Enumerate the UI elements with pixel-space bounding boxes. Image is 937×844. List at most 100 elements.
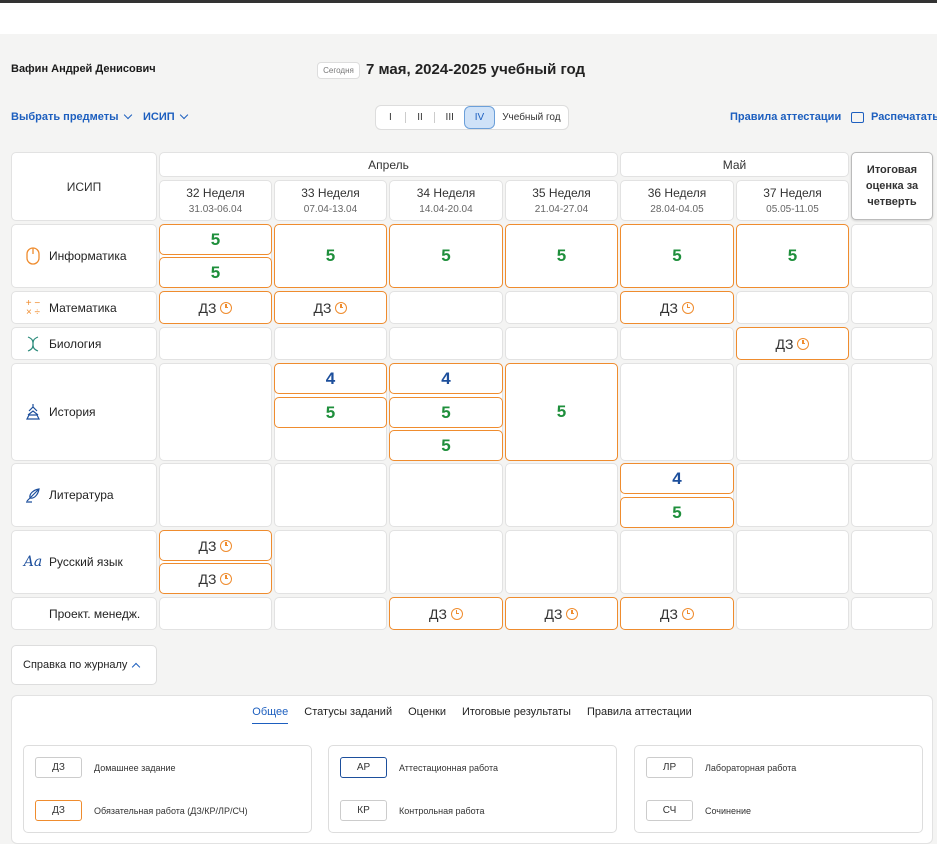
- grade-cell: [159, 363, 272, 461]
- subject-matematika: + − × ÷ Математика: [11, 291, 157, 324]
- clock-icon: [566, 607, 579, 620]
- printer-icon: [851, 111, 864, 123]
- grade-mark[interactable]: 5: [159, 257, 272, 288]
- subject-istoriya: История: [11, 363, 157, 461]
- homework-label: ДЗ: [198, 537, 217, 554]
- homework-label: ДЗ: [198, 570, 217, 587]
- grade-cell: [736, 597, 849, 630]
- subject-label: Биология: [49, 336, 102, 351]
- month-april: Апрель: [159, 152, 618, 177]
- math-symbols-icon: + − × ÷: [25, 297, 41, 318]
- subject-informatika: Информатика: [11, 224, 157, 288]
- chevron-down-icon: [179, 110, 188, 120]
- mouse-icon: [23, 246, 43, 266]
- homework-label: ДЗ: [313, 299, 332, 316]
- week-range: 31.03-06.04: [188, 204, 243, 215]
- homework-item[interactable]: ДЗ: [389, 597, 503, 630]
- grade-cell: [389, 463, 503, 527]
- homework-item[interactable]: ДЗ: [736, 327, 849, 360]
- attestation-rules-link[interactable]: Правила аттестации: [730, 111, 841, 123]
- grade-mark[interactable]: 4: [389, 363, 503, 394]
- date-title: 7 мая, 2024-2025 учебный год: [366, 61, 585, 78]
- dna-icon: [23, 334, 43, 354]
- period-iv[interactable]: IV: [464, 106, 495, 129]
- week-name: 32 Неделя: [186, 186, 245, 200]
- period-ii[interactable]: II: [406, 106, 435, 129]
- legend-item: ДЗ Обязательная работа (ДЗ/КР/ЛР/СЧ): [35, 800, 248, 821]
- period-year[interactable]: Учебный год: [495, 106, 568, 129]
- subject-label: История: [49, 405, 96, 419]
- grade-mark[interactable]: 5: [620, 224, 734, 288]
- homework-item[interactable]: ДЗ: [620, 291, 734, 324]
- tab-attestation-rules[interactable]: Правила аттестации: [587, 706, 692, 724]
- grade-cell: [736, 530, 849, 594]
- week-name: 34 Неделя: [416, 186, 476, 200]
- tab-final-results[interactable]: Итоговые результаты: [462, 706, 571, 724]
- legend-item: СЧ Сочинение: [646, 800, 751, 821]
- homework-label: ДЗ: [775, 335, 794, 352]
- homework-item[interactable]: ДЗ: [274, 291, 387, 324]
- grade-cell: [505, 327, 618, 360]
- grade-mark[interactable]: 5: [736, 224, 849, 288]
- grade-mark[interactable]: 5: [389, 224, 503, 288]
- week-range: 14.04-20.04: [419, 204, 473, 215]
- quill-icon: [23, 485, 43, 505]
- week-name: 35 Неделя: [532, 186, 591, 200]
- homework-item[interactable]: ДЗ: [620, 597, 734, 630]
- grade-cell: [736, 363, 849, 461]
- homework-label: ДЗ: [660, 605, 678, 622]
- week-range: 07.04-13.04: [303, 204, 358, 215]
- week-name: 33 Неделя: [301, 186, 360, 200]
- legend-tabs: Общее Статусы заданий Оценки Итоговые ре…: [12, 706, 932, 724]
- group-dropdown[interactable]: ИСИП: [143, 110, 188, 123]
- period-i[interactable]: I: [376, 106, 405, 129]
- period-switcher: I II III IV Учебный год: [375, 105, 569, 130]
- grade-cell: [620, 530, 734, 594]
- legend-item: АР Аттестационная работа: [340, 757, 498, 778]
- journal-help-label: Справка по журналу: [23, 659, 128, 671]
- tab-general[interactable]: Общее: [252, 706, 289, 724]
- legend-tag: ДЗ: [35, 800, 82, 821]
- clock-icon: [220, 572, 233, 585]
- grade-mark[interactable]: 4: [274, 363, 387, 394]
- journal-help-toggle[interactable]: Справка по журналу: [11, 645, 157, 685]
- homework-item[interactable]: ДЗ: [159, 291, 272, 324]
- grade-mark[interactable]: 4: [620, 463, 734, 494]
- grade-cell: [505, 530, 618, 594]
- grade-mark[interactable]: 5: [620, 497, 734, 528]
- homework-item[interactable]: ДЗ: [505, 597, 618, 630]
- homework-item[interactable]: ДЗ: [159, 563, 272, 594]
- grade-mark[interactable]: 5: [274, 224, 387, 288]
- today-badge[interactable]: Сегодня: [317, 62, 360, 79]
- top-bar: [0, 0, 937, 34]
- week-header: 34 Неделя 14.04-20.04: [389, 180, 503, 221]
- legend-text: Сочинение: [705, 805, 752, 816]
- period-iii[interactable]: III: [435, 106, 464, 129]
- grade-mark[interactable]: 5: [159, 224, 272, 255]
- final-grade-header: Итоговая оценка за четверть: [851, 152, 933, 220]
- tab-task-statuses[interactable]: Статусы заданий: [304, 706, 392, 724]
- print-button[interactable]: Распечатать: [851, 111, 937, 123]
- subject-russkiy: Aa Русский язык: [11, 530, 157, 594]
- grade-mark[interactable]: 5: [389, 397, 503, 428]
- legend-panel: Общее Статусы заданий Оценки Итоговые ре…: [11, 695, 933, 844]
- select-subjects-dropdown[interactable]: Выбрать предметы: [11, 110, 132, 123]
- grade-mark[interactable]: 5: [274, 397, 387, 428]
- grade-mark[interactable]: 5: [389, 430, 503, 461]
- grade-cell: [159, 327, 272, 360]
- legend-text: Обязательная работа (ДЗ/КР/ЛР/СЧ): [94, 805, 248, 816]
- week-name: 36 Неделя: [647, 186, 707, 200]
- legend-tag: ДЗ: [35, 757, 82, 778]
- grade-mark[interactable]: 5: [505, 363, 618, 461]
- student-name: Вафин Андрей Денисович: [11, 63, 156, 75]
- subject-label: Русский язык: [49, 555, 123, 569]
- final-grade-cell: [851, 291, 933, 324]
- week-range: 21.04-27.04: [534, 204, 589, 215]
- monument-icon: [23, 402, 43, 422]
- grade-cell: [274, 597, 387, 630]
- homework-item[interactable]: ДЗ: [159, 530, 272, 561]
- tab-grades[interactable]: Оценки: [408, 706, 446, 724]
- grade-mark[interactable]: 5: [505, 224, 618, 288]
- legend-item: КР Контрольная работа: [340, 800, 484, 821]
- clock-icon: [681, 607, 694, 620]
